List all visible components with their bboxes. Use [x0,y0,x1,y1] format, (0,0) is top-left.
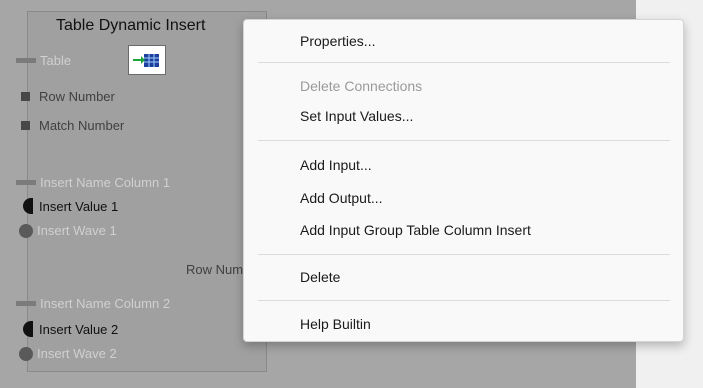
input-port-table[interactable]: Table [16,53,71,68]
port-label: Table [40,53,72,68]
input-port-insert-wave-2[interactable]: Insert Wave 2 [16,346,117,361]
input-port-insert-name-column-2[interactable]: Insert Name Column 2 [16,296,170,311]
menu-separator [258,140,670,141]
table-dynamic-insert-block[interactable]: Table Dynamic Insert Table Row Number Ma… [16,11,267,372]
menu-item-add-output[interactable]: Add Output... [300,190,383,206]
port-label: Insert Name Column 1 [40,175,171,190]
menu-separator [258,254,670,255]
table-port-icon [16,58,36,63]
number-port-icon [21,121,30,130]
table-insert-icon [128,45,166,75]
menu-item-add-input-group[interactable]: Add Input Group Table Column Insert [300,222,531,238]
input-port-insert-name-column-1[interactable]: Insert Name Column 1 [16,175,170,190]
menu-item-add-input[interactable]: Add Input... [300,157,372,173]
menu-item-properties[interactable]: Properties... [300,33,375,49]
context-menu: Properties... Delete Connections Set Inp… [243,19,684,342]
wave-port-icon [19,223,33,238]
port-label: Insert Wave 2 [37,346,117,361]
input-port-match-number[interactable]: Match Number [16,118,124,133]
port-label: Insert Wave 1 [37,223,117,238]
menu-separator [258,300,670,301]
input-port-row-number[interactable]: Row Number [16,89,115,104]
input-port-insert-value-1[interactable]: Insert Value 1 [16,198,118,214]
string-port-icon [16,301,36,306]
menu-item-help-builtin[interactable]: Help Builtin [300,316,371,332]
port-label: Match Number [39,118,125,133]
port-label: Insert Value 1 [39,198,119,214]
block-title: Table Dynamic Insert [56,17,206,34]
port-label: Insert Value 2 [39,321,119,337]
port-label: Insert Name Column 2 [40,296,171,311]
menu-separator [258,62,670,63]
port-label: Row Number [39,89,115,104]
value-port-icon [23,321,33,337]
input-port-insert-wave-1[interactable]: Insert Wave 1 [16,223,117,238]
value-port-icon [23,198,33,214]
menu-item-delete[interactable]: Delete [300,269,340,285]
string-port-icon [16,180,36,185]
number-port-icon [21,92,30,101]
menu-item-set-input-values[interactable]: Set Input Values... [300,108,413,124]
wave-port-icon [19,346,33,361]
input-port-insert-value-2[interactable]: Insert Value 2 [16,321,118,337]
menu-item-delete-connections: Delete Connections [300,78,423,94]
